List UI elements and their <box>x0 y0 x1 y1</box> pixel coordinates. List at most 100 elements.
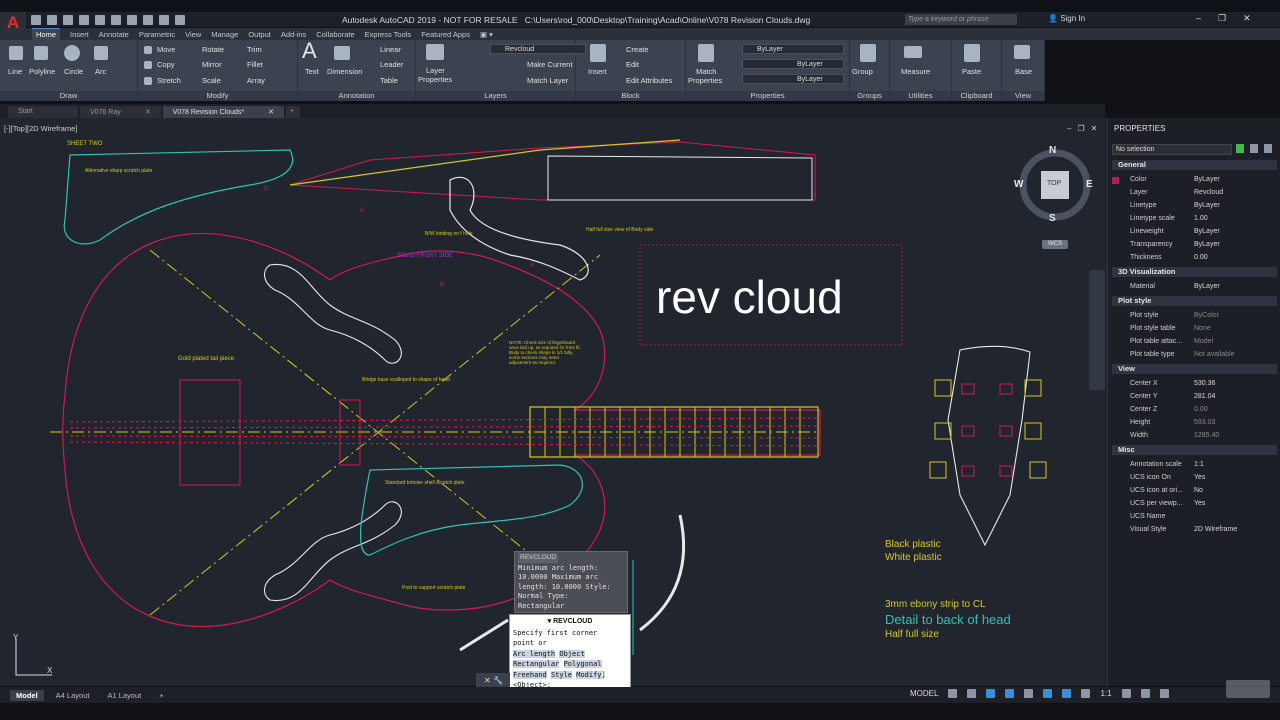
line-button[interactable]: Line <box>8 67 22 76</box>
line-icon[interactable] <box>9 46 23 60</box>
text-icon[interactable]: A <box>302 38 317 64</box>
layout-tab-a1-layout[interactable]: A1 Layout <box>101 690 147 701</box>
dynamic-input-prompt[interactable]: ▾ REVCLOUD Specify first corner point or… <box>509 614 631 690</box>
view-panel-title[interactable]: View <box>1002 91 1044 101</box>
property-row[interactable]: Lineweight ByLayer <box>1112 225 1277 238</box>
dimension-icon[interactable] <box>334 46 350 60</box>
viewport-close-icon[interactable]: ✕ <box>1091 124 1098 133</box>
property-row[interactable]: Layer Revcloud <box>1112 186 1277 199</box>
close-command-icon[interactable]: ✕ <box>484 676 491 685</box>
draw-panel-title[interactable]: Draw <box>0 91 137 101</box>
body-side[interactable] <box>547 155 813 201</box>
object-snap-tracking-icon[interactable] <box>1043 689 1053 698</box>
section-misc[interactable]: Misc <box>1112 445 1277 455</box>
model-space-button[interactable]: MODEL <box>910 689 938 698</box>
ribbon-tab-parametric[interactable]: Parametric <box>139 30 175 39</box>
open-web-icon[interactable] <box>95 14 105 25</box>
leader-button[interactable]: Leader <box>380 60 403 69</box>
scratch-plate[interactable] <box>359 464 583 556</box>
modify-panel-title[interactable]: Modify <box>138 91 297 101</box>
circle-button[interactable]: Circle <box>64 67 83 76</box>
layer-dropdown[interactable]: Revcloud <box>490 44 586 54</box>
isodraft-icon[interactable] <box>1024 689 1034 698</box>
save-web-icon[interactable] <box>111 14 121 25</box>
stretch-button[interactable]: Stretch <box>157 76 181 85</box>
viewcube-west[interactable]: W <box>1014 179 1023 190</box>
property-row[interactable]: Annotation scale 1:1 <box>1112 458 1277 471</box>
property-row[interactable]: Plot table attac... Model <box>1112 335 1277 348</box>
utilities-panel-title[interactable]: Utilities <box>890 91 951 101</box>
property-row[interactable]: Linetype scale 1.00 <box>1112 212 1277 225</box>
customize-icon[interactable]: 🔧 <box>493 676 503 685</box>
ribbon-tab-manage[interactable]: Manage <box>211 30 238 39</box>
grid-icon[interactable] <box>948 689 958 698</box>
minimize-icon[interactable]: – <box>1196 13 1201 24</box>
tuners[interactable] <box>929 379 1047 479</box>
selection-dropdown[interactable]: No selection <box>1112 144 1232 155</box>
fillet-button[interactable]: Fillet <box>247 60 263 69</box>
navigation-bar[interactable] <box>1089 270 1105 390</box>
option-style[interactable]: Style <box>550 670 573 679</box>
viewport-minimize-icon[interactable]: – <box>1067 124 1071 133</box>
linetype-dropdown[interactable]: ByLayer <box>742 59 844 69</box>
save-icon[interactable] <box>63 14 73 25</box>
property-row[interactable]: Center X 530.36 <box>1112 377 1277 390</box>
group-icon[interactable] <box>860 44 876 62</box>
option-rectangular[interactable]: Rectangular <box>513 660 560 668</box>
copy-button[interactable]: Copy <box>157 60 175 69</box>
array-button[interactable]: Array <box>247 76 265 85</box>
match-properties-icon[interactable] <box>698 44 714 62</box>
ribbon-options-icon[interactable]: ▣ ▾ <box>480 30 493 39</box>
insert-block-icon[interactable] <box>590 44 606 62</box>
edit-block-button[interactable]: Edit <box>626 60 639 69</box>
layout-tab-model[interactable]: Model <box>10 689 44 701</box>
measure-button[interactable]: Measure <box>901 67 930 76</box>
ribbon-tab-home[interactable]: Home <box>32 28 61 40</box>
customization-icon[interactable] <box>1159 689 1169 698</box>
ribbon-tab-insert[interactable]: Insert <box>70 30 89 39</box>
ribbon-tab-express-tools[interactable]: Express Tools <box>365 30 412 39</box>
property-row[interactable]: Thickness 0.00 <box>1112 251 1277 264</box>
mirror-button[interactable]: Mirror <box>202 60 222 69</box>
trim-button[interactable]: Trim <box>247 45 262 54</box>
f-hole-upper[interactable] <box>264 263 402 364</box>
viewcube-east[interactable]: E <box>1086 179 1093 190</box>
block-panel-title[interactable]: Block <box>576 91 685 101</box>
property-row[interactable]: Plot style table None <box>1112 322 1277 335</box>
viewcube-south[interactable]: S <box>1049 213 1056 224</box>
close-tab-icon[interactable]: ✕ <box>266 109 274 116</box>
redo-icon[interactable] <box>159 14 169 25</box>
share-icon[interactable] <box>175 14 185 25</box>
option-freehand[interactable]: Freehand <box>513 670 547 679</box>
polyline-icon[interactable] <box>34 46 48 60</box>
make-current-button[interactable]: Make Current <box>527 60 572 69</box>
new-tab-button[interactable]: + <box>285 106 300 118</box>
insert-button[interactable]: Insert <box>588 67 607 76</box>
new-layout-button[interactable]: + <box>153 690 169 701</box>
ribbon-tab-view[interactable]: View <box>185 30 201 39</box>
group-button[interactable]: Group <box>852 67 873 76</box>
option-object[interactable]: Object <box>559 649 585 658</box>
restore-icon[interactable]: ❐ <box>1218 13 1226 24</box>
property-row[interactable]: UCS icon On Yes <box>1112 471 1277 484</box>
property-row[interactable]: Plot style ByColor <box>1112 309 1277 322</box>
undo-icon[interactable] <box>143 14 153 25</box>
property-row[interactable]: Visual Style 2D Wireframe <box>1112 523 1277 536</box>
save-as-icon[interactable] <box>79 14 89 25</box>
f-hole-lower[interactable] <box>264 501 402 602</box>
property-row[interactable]: Linetype ByLayer <box>1112 199 1277 212</box>
wcs-menu[interactable]: WCS <box>1042 240 1068 249</box>
lineweight-dropdown[interactable]: ByLayer <box>742 74 844 84</box>
viewcube-top-label[interactable]: TOP <box>1047 180 1061 187</box>
close-icon[interactable]: ✕ <box>1243 13 1251 24</box>
match-properties-button[interactable]: Match <box>696 67 716 76</box>
new-file-icon[interactable] <box>31 14 41 25</box>
base-view-icon[interactable] <box>1014 45 1030 59</box>
groups-panel-title[interactable]: Groups <box>850 91 889 101</box>
polyline-button[interactable]: Polyline <box>29 67 55 76</box>
layer-properties-button[interactable]: Layer <box>426 66 445 75</box>
open-file-icon[interactable] <box>47 14 57 25</box>
ribbon-tab-annotate[interactable]: Annotate <box>99 30 129 39</box>
ribbon-tab-collaborate[interactable]: Collaborate <box>316 30 354 39</box>
rotate-button[interactable]: Rotate <box>202 45 224 54</box>
